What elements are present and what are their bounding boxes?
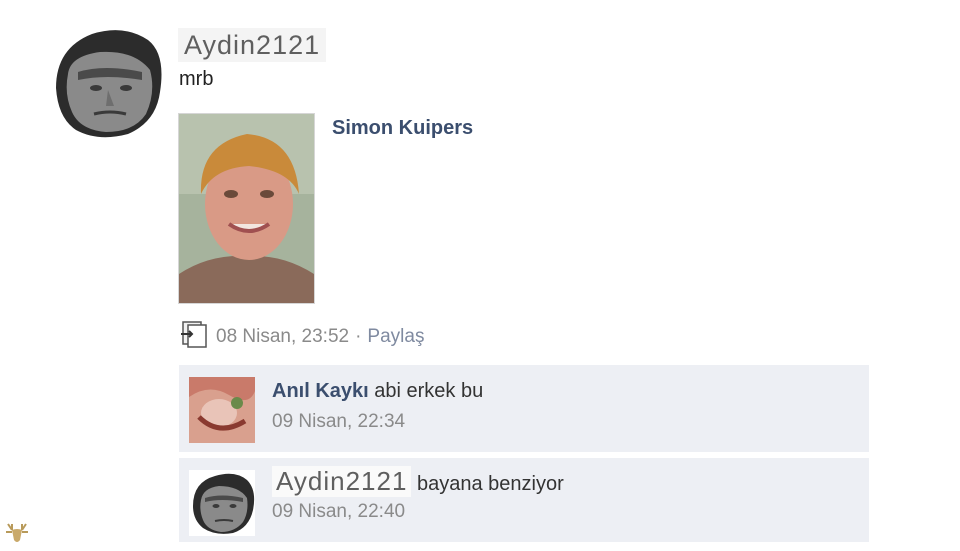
share-link[interactable]: Paylaş xyxy=(367,326,424,348)
comment-author[interactable]: Anıl Kaykı xyxy=(272,380,369,402)
comment-timestamp[interactable]: 09 Nisan, 22:40 xyxy=(272,501,564,523)
comment-body: Aydin2121 bayana benziyor 09 Nisan, 22:4… xyxy=(272,466,564,523)
comment-avatar[interactable] xyxy=(189,470,255,536)
comment-avatar-image xyxy=(189,377,255,443)
comment-body: Anıl Kaykı abi erkek bu 09 Nisan, 22:34 xyxy=(272,380,483,433)
comment-timestamp[interactable]: 09 Nisan, 22:34 xyxy=(272,411,483,433)
attachment-name[interactable]: Simon Kuipers xyxy=(332,117,473,140)
attachment-photo-image xyxy=(179,114,314,303)
comment-avatar[interactable] xyxy=(189,377,255,443)
deer-logo-icon xyxy=(4,522,30,546)
author-avatar[interactable] xyxy=(50,26,165,140)
comment-avatar-image xyxy=(189,470,255,536)
comment-author[interactable]: Aydin2121 xyxy=(272,466,412,497)
post-text: mrb xyxy=(179,68,214,90)
post-author-name[interactable]: Aydin2121 xyxy=(178,28,327,62)
page-share-icon xyxy=(180,320,210,354)
comment-item: Aydin2121 bayana benziyor 09 Nisan, 22:4… xyxy=(179,458,869,544)
author-avatar-image xyxy=(50,26,165,140)
comment-list: Anıl Kaykı abi erkek bu 09 Nisan, 22:34 … xyxy=(179,365,869,544)
comment-text: bayana benziyor xyxy=(416,473,564,495)
comment-text: abi erkek bu xyxy=(374,380,484,402)
comment-item: Anıl Kaykı abi erkek bu 09 Nisan, 22:34 xyxy=(179,365,869,454)
attachment-photo[interactable] xyxy=(178,113,315,304)
post-meta: 08 Nisan, 23:52 · Paylaş xyxy=(180,320,424,354)
post-timestamp[interactable]: 08 Nisan, 23:52 xyxy=(216,326,349,348)
meta-separator: · xyxy=(355,326,362,347)
